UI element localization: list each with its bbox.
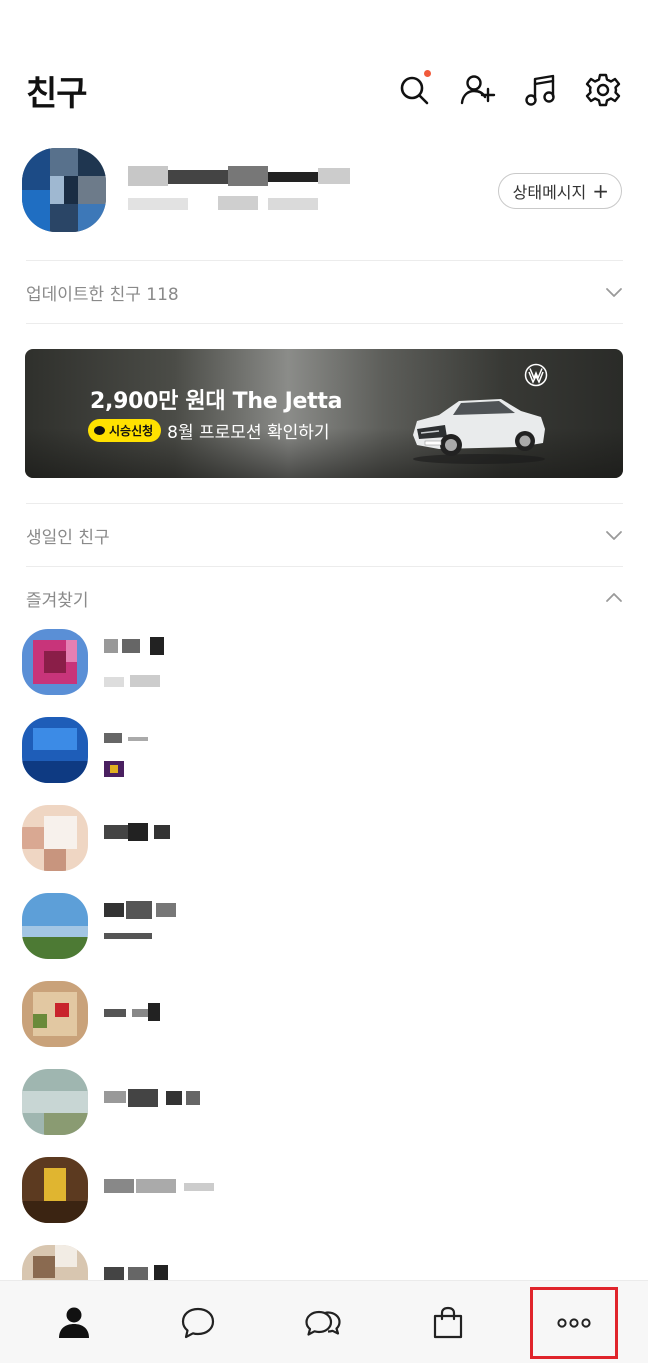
my-profile[interactable]: 상태메시지 + <box>0 140 648 250</box>
friend-row[interactable] <box>0 717 648 805</box>
friend-name-redacted <box>104 1265 174 1280</box>
person-icon <box>59 1307 89 1338</box>
friend-row[interactable] <box>0 805 648 893</box>
friend-status-redacted <box>104 929 154 943</box>
avatar[interactable] <box>22 717 88 783</box>
settings-icon[interactable] <box>583 70 623 110</box>
friend-name-redacted <box>104 729 158 747</box>
friend-row[interactable] <box>0 629 648 717</box>
openchat-tab[interactable] <box>273 1281 373 1363</box>
avatar[interactable] <box>22 893 88 959</box>
status-message-button[interactable]: 상태메시지 + <box>497 173 622 209</box>
badge-label: 시승신청 <box>109 424 154 438</box>
profile-status-redacted <box>128 196 318 212</box>
profile-name-redacted <box>128 166 350 186</box>
highlight-box <box>530 1287 618 1359</box>
music-icon[interactable] <box>521 70 561 110</box>
chat-bubble-icon <box>181 1307 215 1338</box>
vw-logo <box>524 363 548 387</box>
friend-name-redacted <box>104 637 164 655</box>
avatar[interactable] <box>22 1157 88 1223</box>
chat-bubble-icon <box>94 426 105 435</box>
status-message-label: 상태메시지 <box>512 183 587 202</box>
shopping-bag-icon <box>433 1306 463 1338</box>
chevron-up-icon <box>605 589 623 607</box>
header: 친구 <box>0 0 648 130</box>
friend-row[interactable] <box>0 1157 648 1245</box>
section-label: 생일인 친구 <box>26 527 110 548</box>
add-friend-icon[interactable] <box>458 70 498 110</box>
friend-row[interactable] <box>0 981 648 1069</box>
avatar[interactable] <box>22 629 88 695</box>
updated-friends-section[interactable]: 업데이트한 친구 118 <box>26 261 623 323</box>
friend-row[interactable] <box>0 893 648 981</box>
chevron-down-icon <box>605 283 623 301</box>
shopping-tab[interactable] <box>398 1281 498 1363</box>
avatar[interactable] <box>22 148 106 232</box>
banner-title: 2,900만 원대 The Jetta <box>90 389 343 414</box>
friend-status-redacted <box>104 761 128 777</box>
friend-name-redacted <box>104 901 176 919</box>
avatar[interactable] <box>22 805 88 871</box>
friend-row[interactable] <box>0 1069 648 1157</box>
notification-dot <box>424 70 431 77</box>
section-label: 업데이트한 친구 118 <box>26 284 179 305</box>
banner-subline: 시승신청 8월 프로모션 확인하기 <box>88 418 330 443</box>
birthday-friends-section[interactable]: 생일인 친구 <box>26 504 623 566</box>
friend-name-redacted <box>104 1177 214 1195</box>
test-drive-badge[interactable]: 시승신청 <box>88 419 162 442</box>
ad-banner[interactable]: 2,900만 원대 The Jetta 시승신청 8월 프로모션 확인하기 <box>25 349 623 478</box>
avatar[interactable] <box>22 981 88 1047</box>
banner-subtitle: 8월 프로모션 확인하기 <box>167 423 330 443</box>
avatar[interactable] <box>22 1069 88 1135</box>
chats-tab[interactable] <box>148 1281 248 1363</box>
divider <box>26 323 623 324</box>
friends-tab[interactable] <box>24 1281 124 1363</box>
friend-name-redacted <box>104 1089 200 1107</box>
page-title: 친구 <box>26 74 88 114</box>
friend-name-redacted <box>104 823 170 841</box>
open-chat-icon <box>305 1310 341 1336</box>
bottom-tab-bar <box>0 1280 648 1363</box>
friend-status-redacted <box>104 675 164 689</box>
section-label: 즐겨찾기 <box>26 590 89 611</box>
favorites-section[interactable]: 즐겨찾기 <box>26 567 623 629</box>
friend-row[interactable] <box>0 1245 648 1280</box>
plus-icon: + <box>592 179 609 203</box>
friend-name-redacted <box>104 1003 160 1021</box>
avatar[interactable] <box>22 1245 88 1280</box>
chevron-down-icon <box>605 526 623 544</box>
search-icon[interactable] <box>395 70 435 110</box>
car-image <box>413 399 545 464</box>
